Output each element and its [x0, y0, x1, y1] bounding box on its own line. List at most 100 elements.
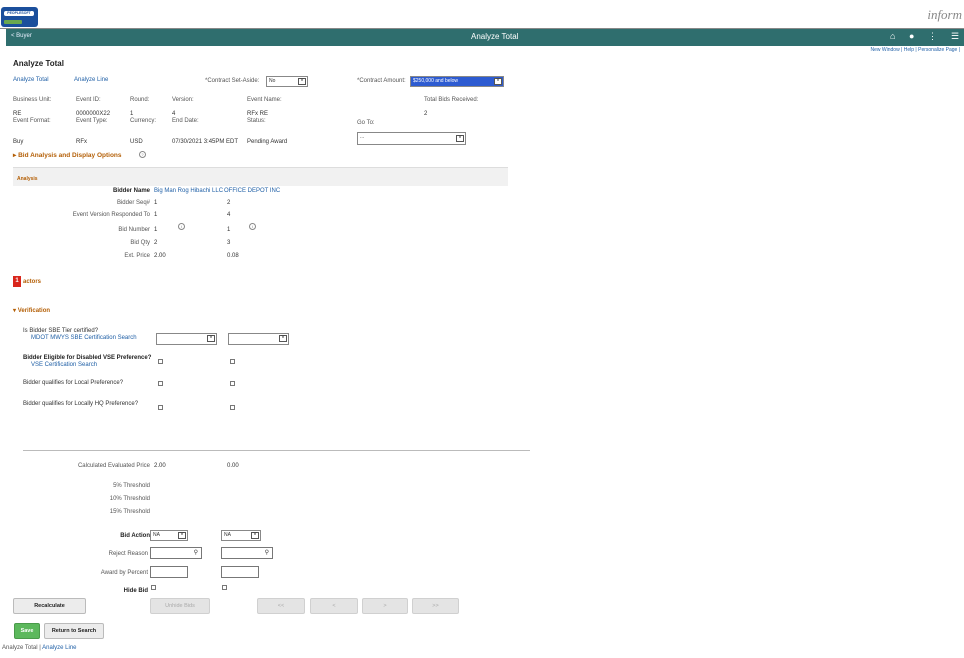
bidder1-bid-number: 1 — [154, 227, 158, 233]
back-button[interactable]: < Buyer — [11, 33, 32, 39]
bidder1-ext-price: 2.00 — [154, 253, 166, 259]
contract-set-aside-value: No — [269, 78, 276, 84]
bidder1-calc-price: 2.00 — [154, 463, 166, 469]
bidder2-vse-checkbox[interactable] — [230, 359, 235, 364]
contract-set-aside-select[interactable]: No ˅ — [266, 76, 308, 87]
threshold-10-label: 10% Threshold — [109, 496, 150, 502]
bidder-seq-label: Bidder Seq# — [116, 200, 150, 206]
notifications-icon[interactable]: ● — [909, 31, 914, 41]
business-unit-label: Business Unit: — [13, 97, 52, 103]
bidder2-bid-action-value: NA — [224, 532, 231, 538]
bidder2-bid-qty: 3 — [227, 240, 231, 246]
help-icon[interactable]: ? — [139, 151, 146, 158]
bidder2-ext-price: 0.08 — [227, 253, 239, 259]
bidder1-local-checkbox[interactable] — [158, 381, 163, 386]
unhide-bids-button[interactable]: Unhide Bids — [150, 598, 210, 614]
sbe-question: Is Bidder SBE Tier certified? — [23, 328, 99, 334]
nav-bar: < Buyer Analyze Total ⌂ ● ⋮ ☰ — [6, 29, 964, 46]
contract-amount-value: $250,000 and below — [413, 78, 459, 84]
bidder1-hq-checkbox[interactable] — [158, 405, 163, 410]
vse-certification-link[interactable]: VSE Certification Search — [31, 362, 97, 368]
event-name-label: Event Name: — [247, 97, 282, 103]
local-pref-question: Bidder qualifies for Local Preference? — [23, 380, 124, 386]
currency-label: Currency: — [130, 118, 157, 124]
bidder2-bid-action-select[interactable]: NA ˅ — [221, 530, 261, 541]
bidder1-sbe-select[interactable]: ˅ — [156, 333, 217, 345]
status-label: Status: — [247, 118, 266, 124]
local-hq-question: Bidder qualifies for Locally HQ Preferen… — [23, 401, 139, 407]
total-bids-value: 2 — [424, 111, 428, 117]
end-date-label: End Date: — [172, 118, 199, 124]
factors-label: actors — [23, 279, 42, 285]
sbe-certification-link[interactable]: MDOT MWYS SBE Certification Search — [31, 335, 137, 341]
bidder2-reject-reason-input[interactable]: ⚲ — [221, 547, 273, 559]
agency-logo: PEOPLESOFT — [1, 7, 38, 27]
chevron-down-icon: ˅ — [279, 335, 287, 342]
bidder1-bid-action-select[interactable]: NA ˅ — [150, 530, 188, 541]
recalculate-button[interactable]: Recalculate — [13, 598, 86, 614]
analyze-line-link[interactable]: Analyze Line — [74, 77, 108, 83]
contract-amount-select[interactable]: $250,000 and below ˅ — [410, 76, 504, 87]
event-version-label: Event Version Responded To — [72, 212, 150, 218]
bid-details-icon[interactable]: i — [178, 223, 185, 230]
bidder2-sbe-select[interactable]: ˅ — [228, 333, 289, 345]
bidder1-award-percent-input[interactable] — [150, 566, 188, 578]
analyze-total-link[interactable]: Analyze Total — [13, 77, 49, 83]
status-value: Pending Award — [247, 139, 288, 145]
bidder2-seq: 2 — [227, 200, 231, 206]
bidder1-bid-action-value: NA — [153, 532, 160, 538]
goto-select[interactable]: ... ˅ — [357, 132, 466, 145]
home-icon[interactable]: ⌂ — [890, 31, 895, 41]
navbar-icon[interactable]: ☰ — [951, 31, 959, 42]
calc-price-label: Calculated Evaluated Price — [77, 463, 150, 469]
version-value: 4 — [172, 111, 176, 117]
bidder1-bid-qty: 2 — [154, 240, 158, 246]
bidder2-hq-checkbox[interactable] — [230, 405, 235, 410]
top-banner: PEOPLESOFT inform — [0, 0, 964, 29]
chevron-down-icon: ˅ — [251, 532, 259, 539]
bidder2-name-link[interactable]: OFFICE DEPOT INC — [224, 188, 280, 194]
verification-header: Verification — [17, 308, 51, 314]
bidder1-reject-reason-input[interactable]: ⚲ — [150, 547, 202, 559]
event-format-label: Event Format: — [13, 118, 51, 124]
chevron-down-icon: ˅ — [207, 335, 215, 342]
chevron-down-icon: ˅ — [494, 78, 502, 85]
next-page-button[interactable]: > — [362, 598, 408, 614]
bidder2-calc-price: 0.00 — [227, 463, 239, 469]
analysis-header-bar — [13, 167, 508, 186]
last-page-button[interactable]: >> — [412, 598, 459, 614]
bidder1-hide-bid-checkbox[interactable] — [151, 585, 156, 590]
first-page-button[interactable]: << — [257, 598, 305, 614]
contract-amount-label: *Contract Amount: — [357, 78, 406, 84]
event-id-value: 0000000X22 — [76, 111, 111, 117]
verification-toggle[interactable]: ▾ Verification — [13, 307, 50, 314]
bidder1-name-link[interactable]: Big Man Rog Hibachi LLC — [154, 188, 223, 194]
save-button[interactable]: Save — [14, 623, 40, 639]
vse-question: Bidder Eligible for Disabled VSE Prefere… — [23, 355, 152, 361]
return-to-search-button[interactable]: Return to Search — [44, 623, 104, 639]
end-date-value: 07/30/2021 3:45PM EDT — [172, 139, 239, 145]
bidder1-vse-checkbox[interactable] — [158, 359, 163, 364]
event-format-value: Buy — [13, 139, 24, 145]
round-label: Round: — [130, 97, 150, 103]
bid-analysis-toggle[interactable]: ▸ Bid Analysis and Display Options — [13, 151, 122, 159]
hide-bid-label: Hide Bid — [123, 588, 148, 594]
bid-analysis-toggle-label: Bid Analysis and Display Options — [18, 152, 122, 159]
page-links[interactable]: New Window | Help | Personalize Page | — [871, 47, 961, 53]
bidder2-award-percent-input[interactable] — [221, 566, 259, 578]
footer-analyze-total[interactable]: Analyze Total — [2, 645, 38, 651]
actions-menu-icon[interactable]: ⋮ — [928, 31, 937, 42]
search-icon[interactable]: ⚲ — [265, 549, 269, 556]
prev-page-button[interactable]: < — [310, 598, 358, 614]
footer-separator: | — [39, 645, 41, 651]
event-id-label: Event ID: — [76, 97, 101, 103]
search-icon[interactable]: ⚲ — [194, 549, 198, 556]
bid-number-label: Bid Number — [118, 227, 150, 233]
bid-details-icon[interactable]: i — [249, 223, 256, 230]
footer-analyze-line-link[interactable]: Analyze Line — [42, 645, 76, 651]
bidder2-local-checkbox[interactable] — [230, 381, 235, 386]
contract-set-aside-label: *Contract Set-Aside: — [205, 78, 260, 84]
event-name-value: RFx RE — [247, 111, 268, 117]
factors-badge: 1 — [13, 276, 21, 287]
bidder2-hide-bid-checkbox[interactable] — [222, 585, 227, 590]
